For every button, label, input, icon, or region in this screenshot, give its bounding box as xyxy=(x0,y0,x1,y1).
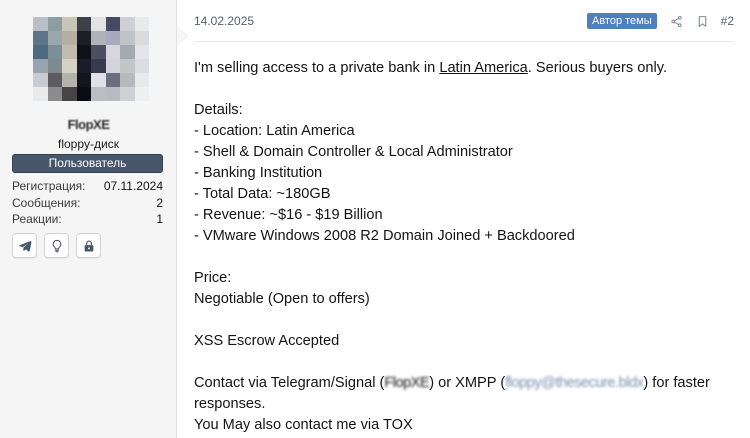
avatar-pixel xyxy=(120,45,135,59)
tox-line: You May also contact me via TOX xyxy=(194,417,413,433)
details-item: - Location: Latin America xyxy=(194,123,355,139)
escrow-note: XSS Escrow Accepted xyxy=(194,333,340,349)
avatar-pixel xyxy=(76,45,91,59)
role-badge: Пользователь xyxy=(12,154,163,173)
user-stats: Регистрация: 07.11.2024 Сообщения: 2 Реа… xyxy=(12,179,163,229)
avatar-pixel xyxy=(120,73,135,87)
user-panel: FlopXE floppy-диск Пользователь Регистра… xyxy=(0,0,188,438)
avatar-pixel xyxy=(91,31,106,45)
price-value: Negotiable (Open to offers) xyxy=(194,291,370,307)
avatar-pixel xyxy=(47,87,62,101)
avatar-pixel xyxy=(76,31,91,45)
avatar-pixel xyxy=(76,59,91,73)
avatar-pixel xyxy=(47,59,62,73)
post-intro: I'm selling access to a private bank in … xyxy=(194,58,734,79)
bookmark-icon[interactable] xyxy=(696,15,709,28)
username[interactable]: FlopXE xyxy=(0,117,177,132)
avatar-pixel xyxy=(120,87,135,101)
avatar-pixel xyxy=(91,87,106,101)
avatar-pixel xyxy=(47,31,62,45)
avatar-pixel xyxy=(134,87,149,101)
stat-reactions: Реакции: 1 xyxy=(12,212,163,229)
avatar-pixel xyxy=(47,17,62,31)
telegram-icon[interactable] xyxy=(12,233,37,258)
details-item: - Revenue: ~$16 - $19 Billion xyxy=(194,207,383,223)
stat-registration: Регистрация: 07.11.2024 xyxy=(12,179,163,196)
avatar-pixel xyxy=(134,31,149,45)
share-icon[interactable] xyxy=(670,15,683,28)
avatar-pixel xyxy=(105,31,120,45)
avatar-pixel xyxy=(120,59,135,73)
avatar-pixel xyxy=(105,17,120,31)
avatar-pixel xyxy=(91,45,106,59)
contact-text: Contact via Telegram/Signal ( xyxy=(194,375,385,391)
contact-line: Contact via Telegram/Signal (FlopXE) or … xyxy=(194,373,734,394)
avatar-pixel xyxy=(76,17,91,31)
contact-line-2: responses. xyxy=(194,396,266,412)
avatar-pixel xyxy=(134,17,149,31)
stat-label: Реакции: xyxy=(12,212,62,226)
avatar-pixel xyxy=(105,59,120,73)
user-title: floppy-диск xyxy=(58,137,119,151)
contact-text: ) or XMPP ( xyxy=(429,375,506,391)
contact-text: ) for faster xyxy=(643,375,710,391)
avatar-pixel xyxy=(134,59,149,73)
avatar[interactable] xyxy=(33,17,149,101)
details-item: - VMware Windows 2008 R2 Domain Joined +… xyxy=(194,228,575,244)
avatar-pixel xyxy=(76,87,91,101)
post-number[interactable]: #2 xyxy=(721,14,734,28)
avatar-pixel xyxy=(91,73,106,87)
avatar-pixel xyxy=(62,45,77,59)
avatar-pixel xyxy=(33,17,48,31)
avatar-pixel xyxy=(62,17,77,31)
stat-label: Сообщения: xyxy=(12,195,81,210)
avatar-pixel xyxy=(105,87,120,101)
latin-america-link[interactable]: Latin America xyxy=(439,60,527,76)
stat-label: Регистрация: xyxy=(12,179,86,193)
avatar-pixel xyxy=(62,87,77,101)
post-intro-text: I'm selling access to a private bank in xyxy=(194,60,440,76)
post-intro-text-end: . Serious buyers only. xyxy=(527,60,667,76)
avatar-pixel xyxy=(91,59,106,73)
avatar-pixel xyxy=(91,17,106,31)
avatar-pixel xyxy=(33,59,48,73)
lock-icon[interactable] xyxy=(76,233,101,258)
stat-value: 2 xyxy=(156,195,163,210)
details-heading: Details: xyxy=(194,102,243,118)
avatar-pixel xyxy=(47,45,62,59)
avatar-pixel xyxy=(120,17,135,31)
details-item: - Banking Institution xyxy=(194,165,323,181)
avatar-pixel xyxy=(62,73,77,87)
post-body: I'm selling access to a private bank in … xyxy=(194,58,734,436)
xmpp-address[interactable]: floppy@thesecure.bldx xyxy=(505,375,644,391)
contact-icons xyxy=(12,233,101,258)
post-header-divider xyxy=(194,41,734,42)
avatar-pixel xyxy=(33,31,48,45)
avatar-pixel xyxy=(120,31,135,45)
author-badge: Автор темы xyxy=(586,13,657,29)
price-heading: Price: xyxy=(194,270,232,286)
avatar-pixel xyxy=(33,87,48,101)
post-header: 14.02.2025 Автор темы #2 xyxy=(194,10,734,32)
avatar-pixel xyxy=(134,45,149,59)
post-date[interactable]: 14.02.2025 xyxy=(194,14,254,28)
post-header-actions: Автор темы #2 xyxy=(586,13,734,29)
avatar-pixel xyxy=(33,73,48,87)
stat-value: 1 xyxy=(156,212,163,226)
lightbulb-icon[interactable] xyxy=(44,233,69,258)
avatar-pixel xyxy=(76,73,91,87)
avatar-pixel xyxy=(62,59,77,73)
avatar-pixel xyxy=(33,45,48,59)
avatar-pixel xyxy=(134,73,149,87)
details-item: - Total Data: ~180GB xyxy=(194,186,331,202)
avatar-pixel xyxy=(47,73,62,87)
avatar-pixel xyxy=(105,73,120,87)
stat-value: 07.11.2024 xyxy=(103,179,163,193)
stat-messages: Сообщения: 2 xyxy=(12,196,163,213)
avatar-pixel xyxy=(105,45,120,59)
avatar-pixel xyxy=(62,31,77,45)
details-item: - Shell & Domain Controller & Local Admi… xyxy=(194,144,513,160)
telegram-handle: FlopXE xyxy=(384,375,430,391)
